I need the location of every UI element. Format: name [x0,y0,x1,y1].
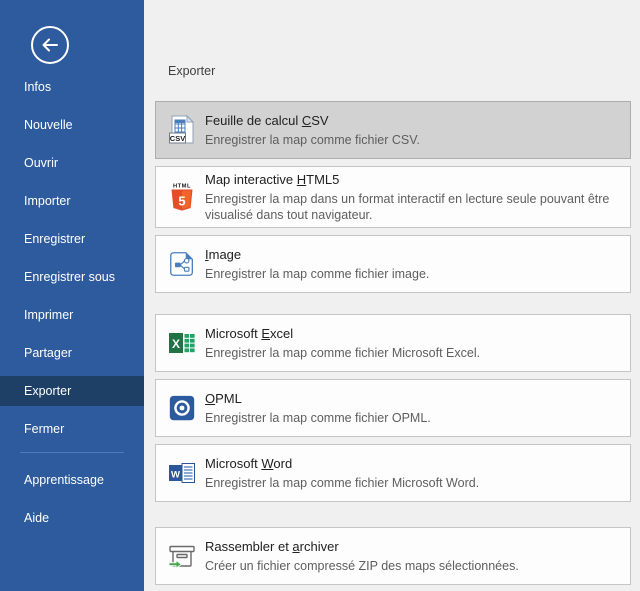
back-arrow-icon [39,34,61,56]
sidebar-item-partager[interactable]: Partager [0,338,144,368]
image-file-icon [166,248,198,280]
svg-text:5: 5 [178,194,185,209]
option-description: Enregistrer la map comme fichier OPML. [205,410,439,426]
option-title: OPML [205,391,242,406]
sidebar-item-label: Imprimer [24,308,73,322]
sidebar-item-label: Exporter [24,384,71,398]
option-title: Microsoft Word [205,456,292,471]
sidebar-item-label: Ouvrir [24,156,58,170]
sidebar-item-enregistrer-sous[interactable]: Enregistrer sous [0,262,144,292]
sidebar-item-importer[interactable]: Importer [0,186,144,216]
export-option-word[interactable]: W Microsoft Word Enregistrer la map comm… [155,444,631,502]
option-description: Enregistrer la map comme fichier CSV. [205,132,428,148]
sidebar-item-imprimer[interactable]: Imprimer [0,300,144,330]
backstage-sidebar: Infos Nouvelle Ouvrir Importer Enregistr… [0,0,144,591]
export-option-csv[interactable]: CSV Feuille de calcul CSV Enregistrer la… [155,101,631,159]
export-panel: Exporter CSV [144,0,640,591]
html5-icon: HTML 5 [166,181,198,213]
excel-icon: X [166,327,198,359]
svg-text:HTML: HTML [173,184,191,190]
sidebar-item-label: Nouvelle [24,118,73,132]
sidebar-divider [20,452,124,453]
opml-icon [166,392,198,424]
option-description: Enregistrer la map comme fichier Microso… [205,345,488,361]
export-options-list: CSV Feuille de calcul CSV Enregistrer la… [155,101,631,585]
sidebar-item-apprentissage[interactable]: Apprentissage [0,465,144,495]
svg-text:CSV: CSV [170,134,185,143]
backstage-view: Infos Nouvelle Ouvrir Importer Enregistr… [0,0,640,591]
svg-text:X: X [172,337,180,351]
svg-text:W: W [171,470,180,481]
option-description: Enregistrer la map dans un format intera… [205,191,630,224]
export-option-html5[interactable]: HTML 5 Map interactive HTML5 Enregistrer… [155,166,631,228]
option-description: Créer un fichier compressé ZIP des maps … [205,558,527,574]
archive-icon [166,540,198,572]
csv-spreadsheet-icon: CSV [166,114,198,146]
back-button[interactable] [31,26,69,64]
option-title: Image [205,247,241,262]
sidebar-item-ouvrir[interactable]: Ouvrir [0,148,144,178]
page-title: Exporter [168,64,640,78]
sidebar-item-label: Importer [24,194,71,208]
option-title: Rassembler et archiver [205,539,339,554]
sidebar-item-nouvelle[interactable]: Nouvelle [0,110,144,140]
sidebar-item-label: Partager [24,346,72,360]
sidebar-item-exporter[interactable]: Exporter [0,376,144,406]
sidebar-item-aide[interactable]: Aide [0,503,144,533]
word-icon: W [166,457,198,489]
sidebar-item-label: Apprentissage [24,473,104,487]
sidebar-item-label: Aide [24,511,49,525]
sidebar-item-label: Fermer [24,422,64,436]
sidebar-item-fermer[interactable]: Fermer [0,414,144,444]
option-description: Enregistrer la map comme fichier Microso… [205,475,487,491]
option-title: Microsoft Excel [205,326,293,341]
export-option-excel[interactable]: X Microsoft Excel Enregistrer la map com… [155,314,631,372]
sidebar-item-infos[interactable]: Infos [0,72,144,102]
sidebar-item-label: Enregistrer sous [24,270,115,284]
option-title: Feuille de calcul CSV [205,113,329,128]
sidebar-item-enregistrer[interactable]: Enregistrer [0,224,144,254]
export-option-pack-and-go[interactable]: Rassembler et archiver Créer un fichier … [155,527,631,585]
option-description: Enregistrer la map comme fichier image. [205,266,437,282]
option-title: Map interactive HTML5 [205,172,339,187]
export-option-opml[interactable]: OPML Enregistrer la map comme fichier OP… [155,379,631,437]
sidebar-item-label: Infos [24,80,51,94]
export-option-image[interactable]: Image Enregistrer la map comme fichier i… [155,235,631,293]
sidebar-menu: Infos Nouvelle Ouvrir Importer Enregistr… [0,72,144,541]
sidebar-item-label: Enregistrer [24,232,85,246]
